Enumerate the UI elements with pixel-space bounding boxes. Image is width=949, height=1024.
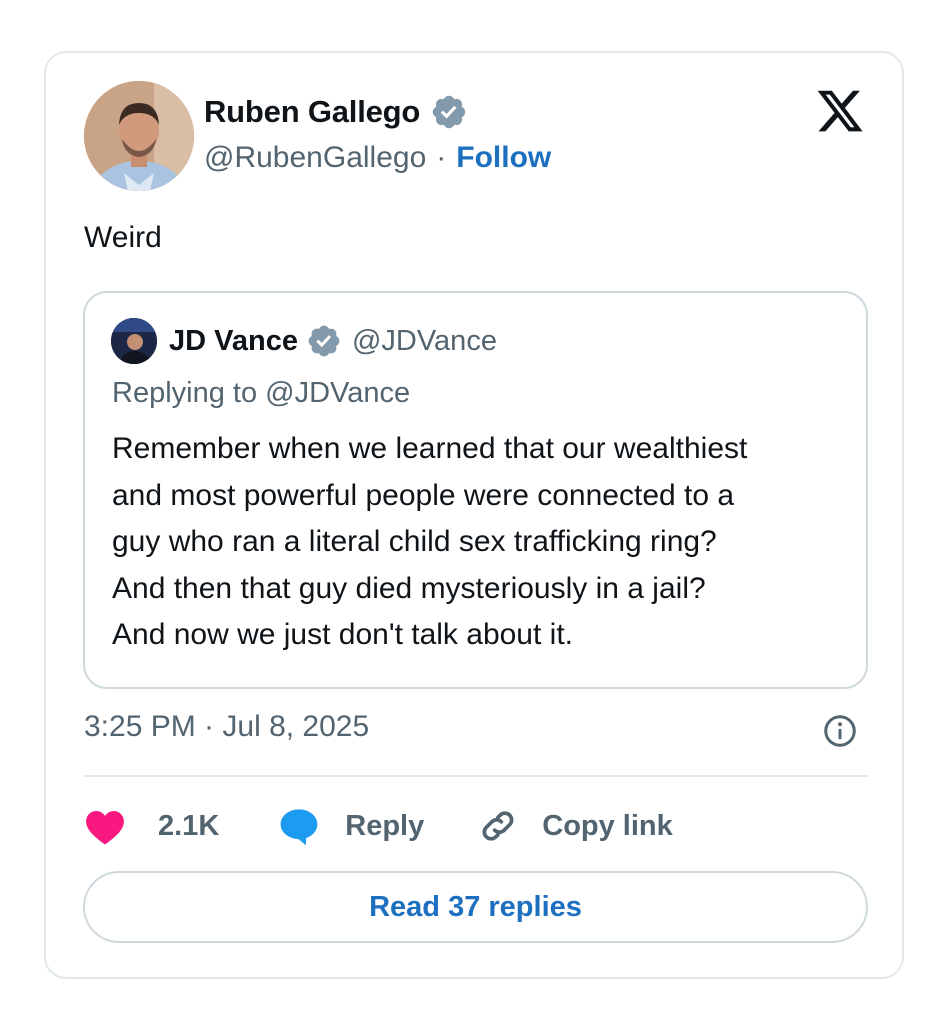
copy-link-label: Copy link — [542, 809, 673, 842]
replying-to-label: Replying to @JDVance — [112, 377, 411, 409]
avatar-portrait — [84, 81, 194, 191]
separator-dot: · — [436, 141, 447, 174]
quoted-author-name[interactable]: JD Vance — [169, 325, 298, 358]
verified-badge-icon — [308, 325, 340, 357]
divider — [84, 775, 868, 777]
tweet-text: Weird — [84, 221, 162, 254]
heart-icon — [86, 810, 124, 845]
author-avatar[interactable] — [84, 81, 194, 191]
quoted-tweet-text: Remember when we learned that our wealth… — [112, 426, 852, 659]
author-handle-row: @RubenGallego · Follow — [204, 141, 551, 175]
quoted-text-line: Remember when we learned that our wealth… — [112, 432, 748, 465]
quoted-tweet[interactable]: JD Vance @JDVance Replying to @JDVance R… — [83, 291, 868, 689]
read-replies-label: Read 37 replies — [369, 890, 582, 923]
author-handle[interactable]: @RubenGallego — [204, 141, 426, 175]
tweet-actions: 2.1K Reply Copy link — [84, 803, 673, 849]
quoted-author-avatar[interactable] — [111, 318, 157, 364]
read-replies-button[interactable]: Read 37 replies — [83, 871, 868, 943]
quoted-tweet-header: JD Vance @JDVance — [111, 318, 497, 364]
follow-button[interactable]: Follow — [456, 141, 551, 175]
quoted-text-line: and most powerful people were connected … — [112, 478, 735, 512]
quoted-text-line: And then that guy died mysteriously in a… — [112, 571, 706, 605]
copy-link-button[interactable]: Copy link — [478, 806, 673, 846]
like-count: 2.1K — [158, 809, 220, 842]
quoted-avatar-portrait — [111, 318, 157, 364]
author-name-row: Ruben Gallego — [204, 93, 468, 131]
quoted-text-line: guy who ran a literal child sex traffick… — [112, 525, 717, 558]
verified-badge-icon — [432, 95, 466, 129]
info-icon[interactable] — [822, 713, 858, 749]
author-name[interactable]: Ruben Gallego — [204, 94, 420, 130]
quoted-text-line: And now we just don't talk about it. — [112, 618, 574, 651]
quoted-author-handle[interactable]: @JDVance — [352, 325, 497, 358]
x-logo-icon[interactable] — [814, 86, 866, 136]
embedded-tweet-card: Ruben Gallego @RubenGallego · Follow Wei… — [44, 51, 904, 979]
reply-button[interactable]: Reply — [277, 805, 424, 847]
like-button[interactable]: 2.1K — [84, 806, 219, 846]
reply-label: Reply — [345, 809, 425, 842]
link-icon — [482, 811, 514, 841]
tweet-timestamp[interactable]: 3:25 PM · Jul 8, 2025 — [84, 710, 369, 744]
reply-bubble-icon — [280, 809, 318, 846]
